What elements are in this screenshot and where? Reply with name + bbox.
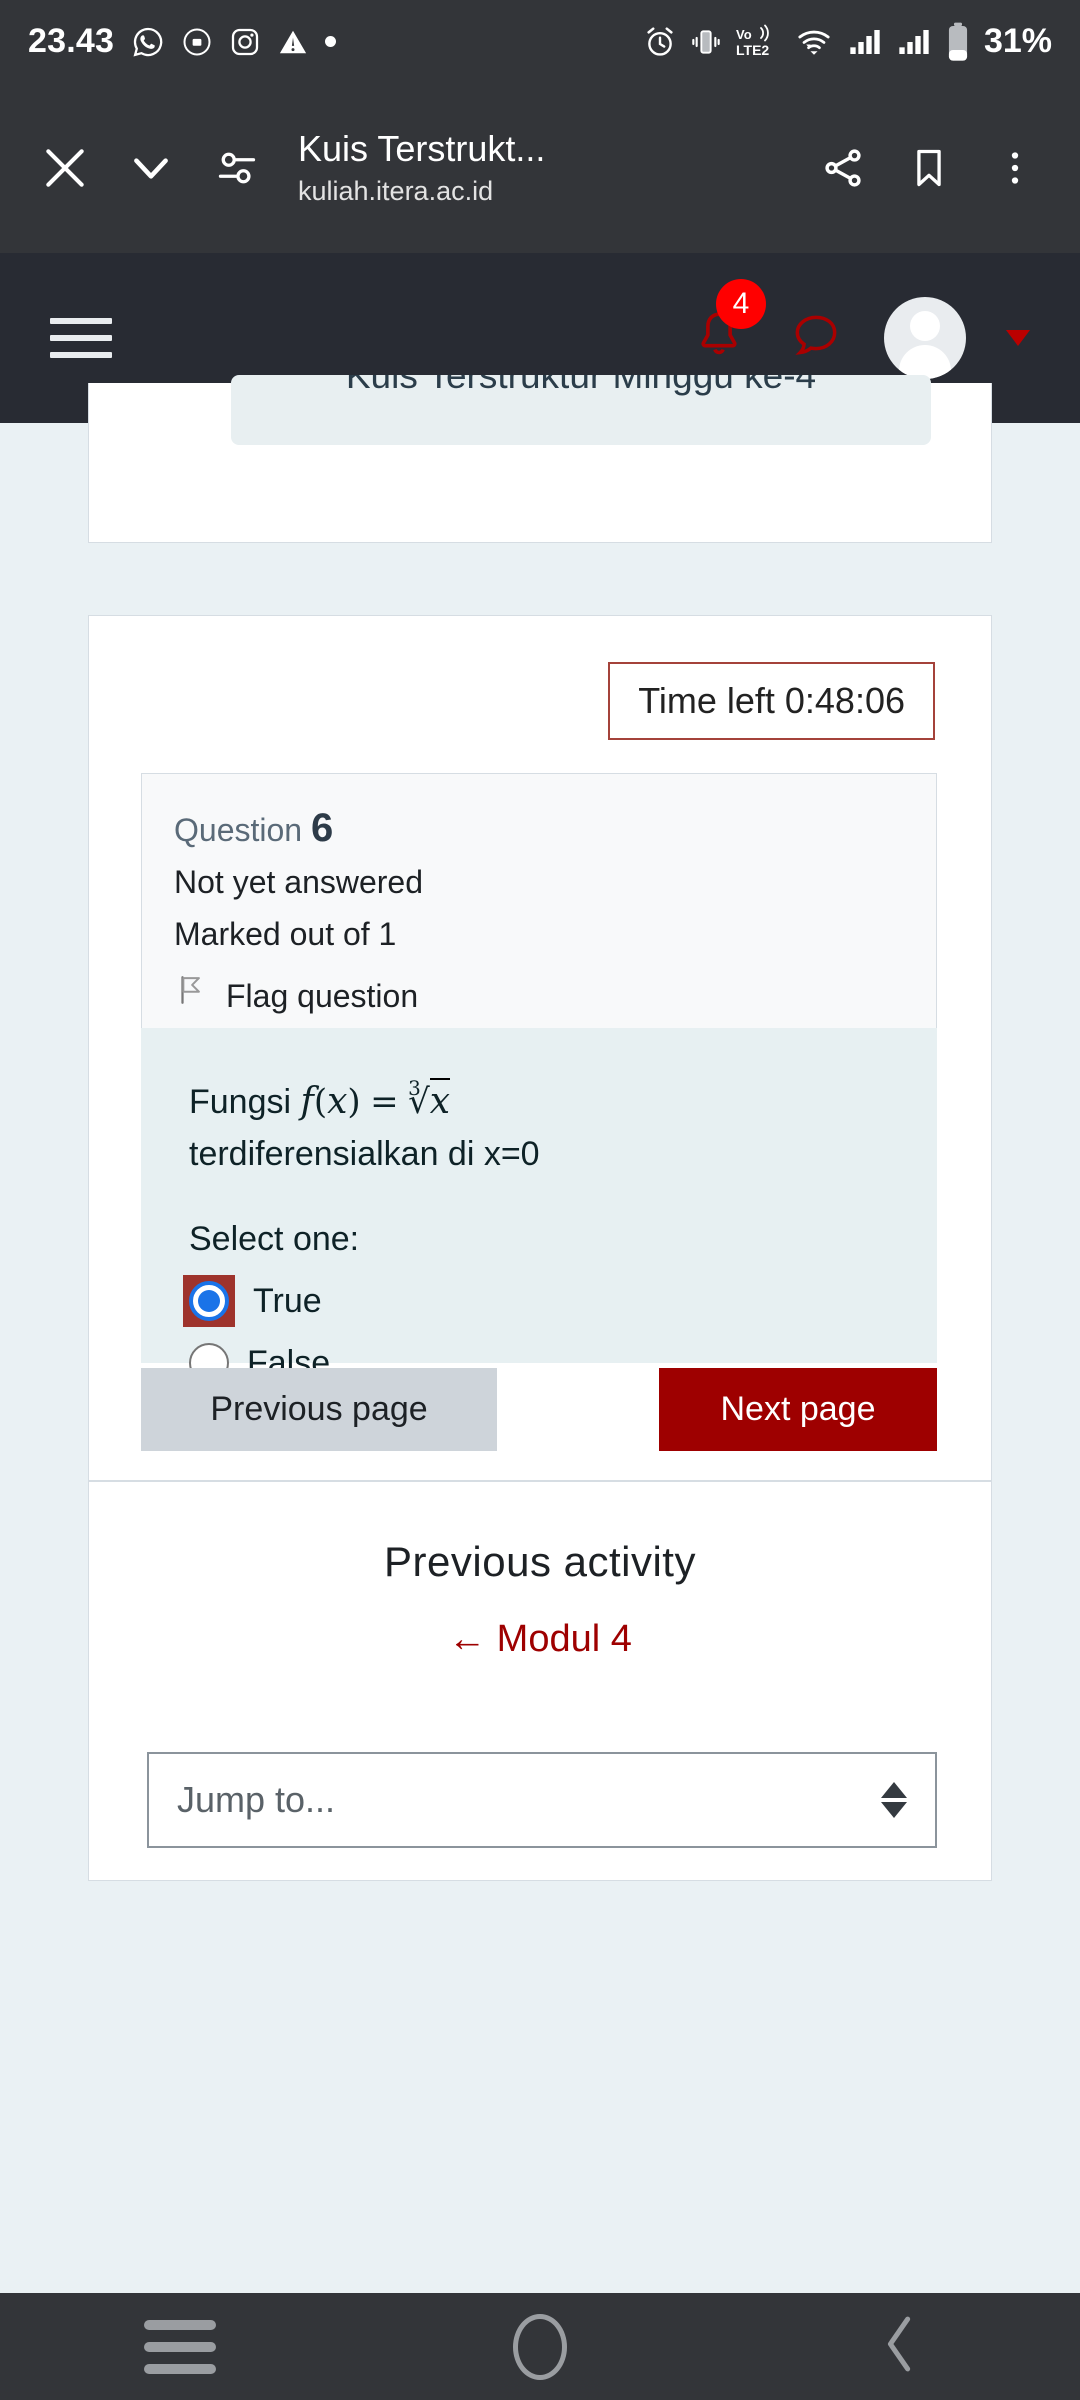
previous-activity-link[interactable]: ← Modul 4 <box>89 1586 991 1661</box>
avatar[interactable] <box>884 297 966 379</box>
math-x: x <box>327 1081 348 1122</box>
math-root-index: 3 <box>408 1076 421 1100</box>
flag-icon <box>174 970 208 1022</box>
arrow-left-icon: ← <box>448 1618 487 1660</box>
home-circle-icon <box>513 2313 567 2380</box>
jump-to-placeholder: Jump to... <box>177 1779 336 1820</box>
circle-app-icon <box>182 27 212 57</box>
quiz-card: Time left 0:48:06 Question 6 Not yet ans… <box>88 615 992 1481</box>
recents-icon <box>144 2319 216 2374</box>
updown-arrows-icon <box>881 1782 907 1818</box>
chevron-down-icon[interactable] <box>108 125 194 211</box>
notifications-button[interactable]: 4 <box>690 278 766 370</box>
dot-icon <box>325 36 337 47</box>
back-chevron-icon <box>877 2313 923 2380</box>
flag-question-button[interactable]: Flag question <box>174 970 904 1022</box>
next-page-button[interactable]: Next page <box>659 1368 937 1451</box>
quiz-nav-buttons: Previous page Next page <box>141 1368 937 1451</box>
notification-badge: 4 <box>716 278 766 329</box>
math-equals: = <box>370 1082 399 1122</box>
page-info-icon[interactable] <box>194 125 280 211</box>
question-status: Not yet answered <box>174 864 424 900</box>
browser-title-block[interactable]: Kuis Terstrukt... kuliah.itera.ac.id <box>280 126 800 210</box>
radio-highlight-true <box>183 1275 235 1327</box>
previous-activity-link-label: Modul 4 <box>496 1618 632 1660</box>
select-one-label: Select one: <box>189 1220 360 1258</box>
battery-percent: 31% <box>983 22 1052 60</box>
quiz-banner: Kuis Terstruktur Minggu ke-4 <box>231 375 931 445</box>
math-open-paren: ( <box>313 1082 328 1122</box>
status-bar-right: Vo LTE2 31% <box>643 22 1052 62</box>
quiz-timer: Time left 0:48:06 <box>608 662 935 740</box>
wifi-icon <box>794 25 834 59</box>
question-number: 6 <box>310 806 334 850</box>
question-marks: Marked out of 1 <box>174 916 397 952</box>
page-title: Kuis Terstrukt... <box>298 128 546 169</box>
battery-icon <box>945 22 971 62</box>
status-bar-clock: 23.43 <box>28 22 115 60</box>
home-button[interactable] <box>360 2313 720 2380</box>
question-number-label: Question <box>174 812 303 848</box>
vibrate-icon <box>690 26 722 58</box>
caret-down-icon[interactable] <box>1006 330 1030 346</box>
hamburger-icon[interactable] <box>50 318 112 358</box>
overflow-menu-icon[interactable] <box>972 125 1058 211</box>
signal-2-icon <box>896 26 932 58</box>
question-text-prefix: Fungsi <box>189 1083 301 1121</box>
browser-toolbar: Kuis Terstrukt... kuliah.itera.ac.id <box>0 83 1080 253</box>
answer-option-true[interactable]: True <box>183 1275 889 1327</box>
message-icon[interactable] <box>788 308 844 369</box>
question-info-box: Question 6 Not yet answered Marked out o… <box>141 773 937 1053</box>
activity-nav-card: Previous activity ← Modul 4 Jump to... <box>88 1481 992 1881</box>
warning-icon <box>278 27 308 57</box>
flag-question-label: Flag question <box>226 978 419 1014</box>
close-icon[interactable] <box>22 125 108 211</box>
status-bar: 23.43 Vo LTE2 31% <box>0 0 1080 83</box>
alarm-icon <box>643 25 677 59</box>
math-radicand: x <box>429 1078 451 1122</box>
quiz-header-card: Kuis Terstruktur Minggu ke-4 <box>88 375 992 543</box>
status-bar-left: 23.43 <box>28 22 337 61</box>
quiz-banner-title: Kuis Terstruktur Minggu ke-4 <box>345 375 817 396</box>
question-text: Fungsi f(x) = 3 √x terdiferensialkan di x… <box>189 1076 889 1180</box>
screen: 23.43 Vo LTE2 31% Kuis Terstrukt... kuli… <box>0 0 1080 2400</box>
recents-button[interactable] <box>0 2319 360 2374</box>
question-number-row: Question 6 <box>174 802 904 856</box>
math-f: f <box>300 1081 314 1122</box>
question-content: Fungsi f(x) = 3 √x terdiferensialkan di x… <box>141 1028 937 1383</box>
radio-true[interactable] <box>189 1281 229 1321</box>
svg-text:Vo: Vo <box>736 27 752 42</box>
math-cube-root: 3 √x <box>408 1076 451 1128</box>
back-button[interactable] <box>720 2313 1080 2380</box>
previous-activity-title: Previous activity <box>384 1538 696 1585</box>
android-navigation-bar <box>0 2293 1080 2400</box>
signal-1-icon <box>847 26 883 58</box>
volte2-icon: Vo LTE2 <box>735 24 781 60</box>
moodle-navbar-actions: 4 <box>690 278 1030 379</box>
question-text-suffix: terdiferensialkan di x=0 <box>189 1135 540 1173</box>
bookmark-icon[interactable] <box>886 125 972 211</box>
volte-label: LTE2 <box>736 42 769 58</box>
math-close-paren: ) <box>347 1082 361 1122</box>
instagram-icon <box>229 26 261 58</box>
page-url: kuliah.itera.ac.id <box>298 176 494 206</box>
share-icon[interactable] <box>800 125 886 211</box>
page-content: Kuis Terstruktur Minggu ke-4 Time left 0… <box>0 375 1080 2293</box>
answer-label-true: True <box>253 1281 322 1320</box>
whatsapp-icon <box>131 25 165 59</box>
jump-to-select[interactable]: Jump to... <box>147 1752 937 1848</box>
previous-page-button[interactable]: Previous page <box>141 1368 497 1451</box>
